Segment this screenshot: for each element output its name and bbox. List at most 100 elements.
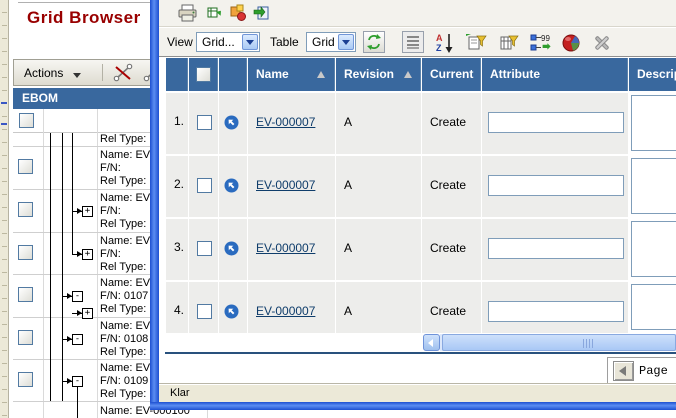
- revision-value: A: [344, 115, 352, 129]
- cell-name: EV-000007: [248, 282, 335, 333]
- cell-icon: [219, 93, 247, 154]
- collapse-minus-icon[interactable]: -: [72, 376, 83, 387]
- printer-icon[interactable]: [177, 4, 199, 22]
- row-checkbox[interactable]: [197, 304, 212, 319]
- attribute-input[interactable]: [488, 175, 624, 196]
- description-textarea[interactable]: [631, 95, 676, 151]
- description-textarea[interactable]: [631, 158, 676, 214]
- current-state-value: Create: [430, 178, 466, 192]
- expand-plus-icon[interactable]: +: [82, 206, 93, 217]
- row-checkbox[interactable]: [18, 287, 33, 302]
- revision-value: A: [344, 178, 352, 192]
- table-dropdown[interactable]: Grid: [306, 32, 356, 52]
- cell-current: Create: [422, 156, 481, 217]
- view-dropdown[interactable]: Grid...: [196, 32, 260, 52]
- scrollbar-thumb[interactable]: [442, 334, 676, 351]
- table-dropdown-button[interactable]: [338, 34, 354, 50]
- select-all-checkbox[interactable]: [19, 113, 34, 128]
- table-export-icon[interactable]: [207, 5, 223, 21]
- table-row: 3. EV-000007 A Create: [159, 219, 676, 280]
- page-title: Grid Browser: [27, 8, 141, 28]
- structure-numbers-icon[interactable]: 99: [529, 32, 553, 54]
- collapse-minus-icon[interactable]: -: [72, 334, 83, 345]
- table-row: 2. EV-000007 A Create: [159, 156, 676, 217]
- row-checkbox[interactable]: [197, 115, 212, 130]
- select-all-checkbox[interactable]: [196, 67, 211, 82]
- refresh-icon[interactable]: [363, 31, 385, 53]
- part-icon[interactable]: [224, 241, 239, 256]
- part-icon[interactable]: [224, 178, 239, 193]
- row-number: 2.: [174, 177, 184, 191]
- table-row: 1. EV-000007 A Create: [159, 93, 676, 154]
- header-cell-current[interactable]: Current: [422, 58, 481, 91]
- row-checkbox[interactable]: [18, 159, 33, 174]
- header-cell-revision[interactable]: Revision: [336, 58, 421, 91]
- objects-chart-icon[interactable]: [229, 4, 247, 22]
- horizontal-scrollbar[interactable]: [423, 334, 676, 351]
- window-bottom-border: [150, 402, 676, 410]
- part-name-link[interactable]: EV-000007: [256, 241, 315, 255]
- scrollbar-track[interactable]: [440, 334, 676, 351]
- attribute-input[interactable]: [488, 301, 624, 322]
- row-checkbox[interactable]: [18, 245, 33, 260]
- ruler-ticks: [2, 0, 7, 418]
- description-textarea[interactable]: [631, 221, 676, 277]
- scroll-left-button[interactable]: [423, 334, 440, 351]
- description-textarea[interactable]: [631, 284, 676, 330]
- status-text: Klar: [170, 387, 190, 399]
- disconnect-icon[interactable]: [112, 63, 134, 83]
- part-name-link[interactable]: EV-000007: [256, 304, 315, 318]
- row-checkbox[interactable]: [197, 241, 212, 256]
- row-number: 1.: [174, 114, 184, 128]
- view-dropdown-button[interactable]: [242, 34, 258, 50]
- actions-menu-button[interactable]: Actions: [24, 65, 81, 81]
- row-checkbox[interactable]: [18, 372, 33, 387]
- cell-attribute: [482, 93, 628, 154]
- part-name-link[interactable]: EV-000007: [256, 115, 315, 129]
- svg-text:A: A: [436, 33, 443, 43]
- part-icon[interactable]: [224, 115, 239, 130]
- window-toolbar-controls: View Grid... Table Grid: [159, 28, 676, 57]
- table-bottom-divider: [165, 352, 676, 354]
- grid-table-window: View Grid... Table Grid: [150, 0, 676, 410]
- part-name-link[interactable]: EV-000007: [256, 178, 315, 192]
- row-checkbox[interactable]: [197, 178, 212, 193]
- view-label: View: [167, 35, 193, 49]
- revision-value: A: [344, 241, 352, 255]
- header-cell-name[interactable]: Name: [248, 58, 335, 91]
- cell-icon: [219, 156, 247, 217]
- sort-ascending-icon[interactable]: [317, 71, 325, 78]
- tree-node-reltype: Rel Type: E: [100, 346, 157, 359]
- attribute-input[interactable]: [488, 238, 624, 259]
- tree-node-reltype: Rel Type: E: [100, 388, 157, 401]
- current-state-value: Create: [430, 304, 466, 318]
- row-checkbox[interactable]: [18, 202, 33, 217]
- list-view-icon[interactable]: [402, 31, 424, 53]
- header-cell-description[interactable]: Description: [629, 58, 676, 91]
- attribute-input[interactable]: [488, 112, 624, 133]
- collapse-minus-icon[interactable]: -: [72, 291, 83, 302]
- tree-node-reltype: Rel Type: E: [100, 218, 157, 231]
- transfer-icon[interactable]: [253, 4, 271, 22]
- previous-page-button[interactable]: [613, 361, 634, 381]
- row-number: 4.: [174, 303, 184, 317]
- row-checkbox[interactable]: [18, 330, 33, 345]
- expand-plus-icon[interactable]: +: [82, 249, 93, 260]
- header-cell-checkbox: [189, 58, 218, 91]
- filter-form-icon[interactable]: [465, 32, 487, 54]
- pie-chart-icon[interactable]: [561, 33, 581, 53]
- filter-table-icon[interactable]: [497, 32, 519, 54]
- header-label-description: Description: [637, 67, 676, 81]
- header-cell-attribute[interactable]: Attribute: [482, 58, 628, 91]
- chevron-down-icon: [246, 40, 254, 45]
- tree-node-reltype: Rel Type: E: [100, 261, 157, 274]
- part-icon[interactable]: [224, 304, 239, 319]
- cell-attribute: [482, 282, 628, 333]
- tools-icon[interactable]: [591, 32, 613, 54]
- cell-checkbox: [189, 93, 218, 154]
- header-label-current: Current: [430, 67, 473, 81]
- window-toolbar-top: [159, 0, 676, 27]
- sort-ascending-icon[interactable]: [404, 71, 412, 78]
- tree-node-fn: F/N: 0108: [100, 333, 148, 346]
- sort-az-icon[interactable]: A Z: [435, 32, 455, 54]
